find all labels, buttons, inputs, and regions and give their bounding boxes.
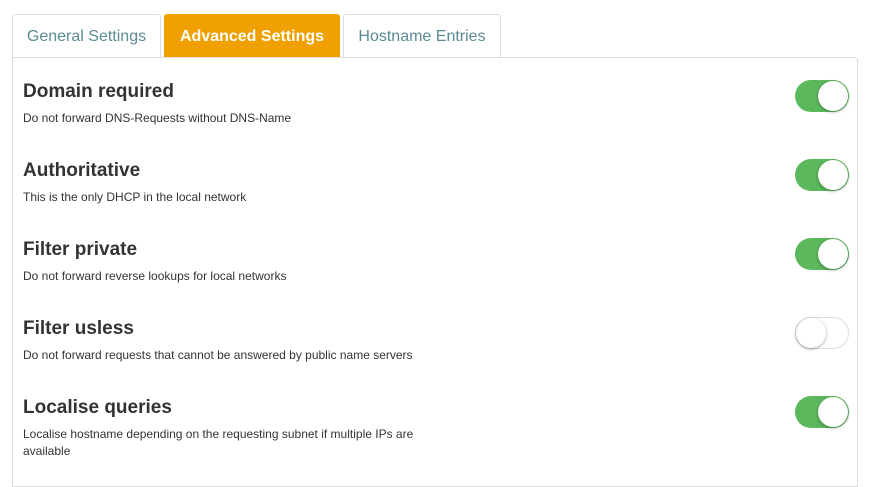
- setting-title: Authoritative: [23, 160, 141, 181]
- tab-advanced-settings[interactable]: Advanced Settings: [164, 14, 340, 58]
- setting-domain-required: Domain required Do not forward DNS-Reque…: [23, 80, 849, 127]
- setting-description: Do not forward DNS-Requests without DNS-…: [23, 111, 292, 125]
- domain-required-toggle[interactable]: [795, 80, 849, 112]
- toggle-knob: [796, 318, 826, 348]
- setting-description: Localise hostname depending on the reque…: [23, 427, 414, 458]
- setting-title: Localise queries: [23, 397, 172, 418]
- tab-general-settings[interactable]: General Settings: [12, 14, 161, 58]
- setting-title: Filter usless: [23, 318, 134, 339]
- tab-hostname-entries[interactable]: Hostname Entries: [343, 14, 501, 58]
- setting-description: This is the only DHCP in the local netwo…: [23, 190, 247, 204]
- setting-description: Do not forward reverse lookups for local…: [23, 269, 287, 283]
- setting-title: Domain required: [23, 81, 174, 102]
- toggle-knob: [818, 160, 848, 190]
- filter-usless-toggle[interactable]: [795, 317, 849, 349]
- advanced-settings-panel: Domain required Do not forward DNS-Reque…: [12, 57, 858, 487]
- setting-filter-usless: Filter usless Do not forward requests th…: [23, 317, 849, 364]
- settings-tabs: General Settings Advanced Settings Hostn…: [12, 14, 504, 58]
- toggle-knob: [818, 397, 848, 427]
- toggle-knob: [818, 239, 848, 269]
- localise-queries-toggle[interactable]: [795, 396, 849, 428]
- setting-description: Do not forward requests that cannot be a…: [23, 348, 413, 362]
- setting-filter-private: Filter private Do not forward reverse lo…: [23, 238, 849, 285]
- setting-localise-queries: Localise queries Localise hostname depen…: [23, 396, 849, 460]
- setting-title: Filter private: [23, 239, 138, 260]
- toggle-knob: [818, 81, 848, 111]
- authoritative-toggle[interactable]: [795, 159, 849, 191]
- filter-private-toggle[interactable]: [795, 238, 849, 270]
- setting-authoritative: Authoritative This is the only DHCP in t…: [23, 159, 849, 206]
